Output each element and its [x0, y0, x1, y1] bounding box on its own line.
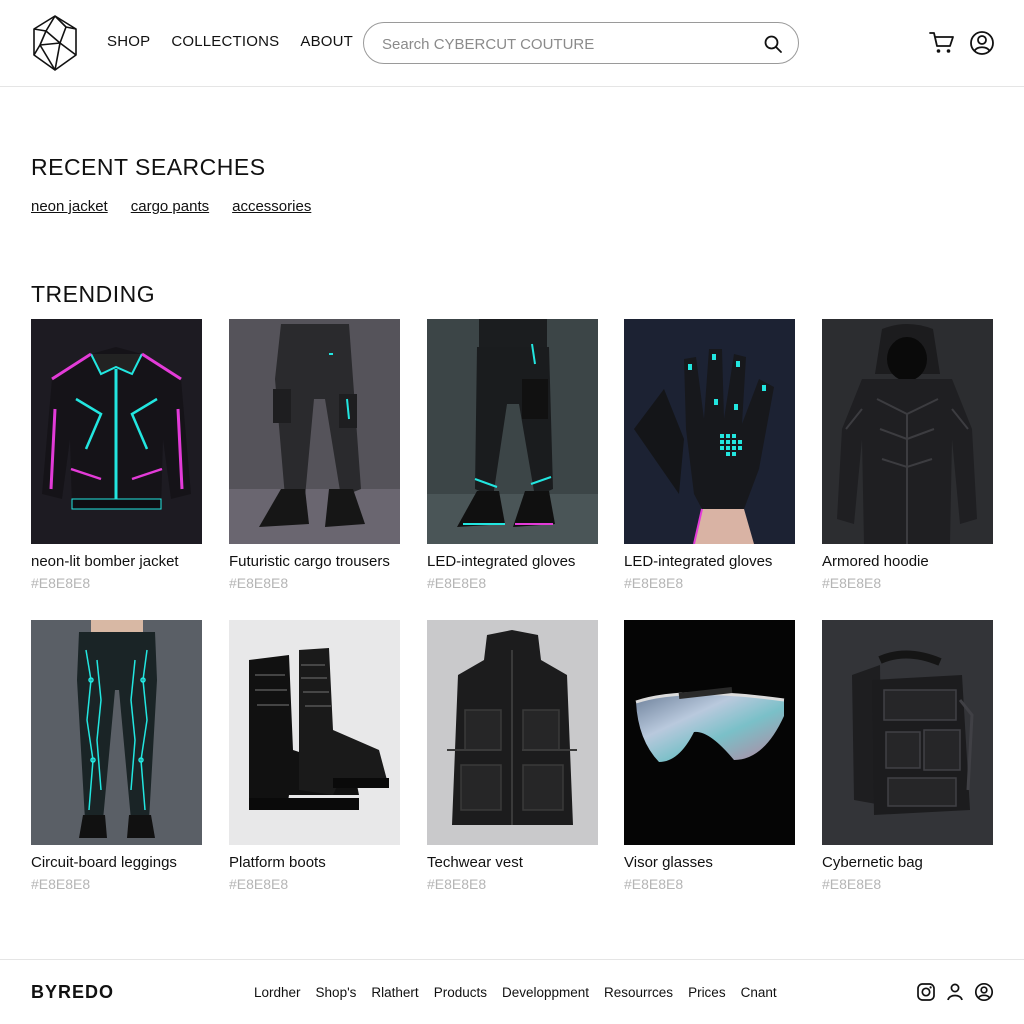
user-circle-icon[interactable] [974, 982, 994, 1002]
cart-icon[interactable] [929, 31, 955, 55]
nav-collections[interactable]: COLLECTIONS [171, 33, 279, 50]
recent-searches-list: neon jacket cargo pants accessories [31, 198, 334, 215]
trending-title: TRENDING [31, 281, 156, 307]
product-color-code: #E8E8E8 [427, 876, 487, 892]
product-color-code: #E8E8E8 [822, 575, 882, 591]
product-image[interactable] [624, 620, 795, 845]
recent-search-link[interactable]: neon jacket [31, 198, 108, 215]
product-card[interactable]: Techwear vest #E8E8E8 [427, 620, 598, 892]
product-name[interactable]: Futuristic cargo trousers [229, 553, 390, 570]
recent-search-link[interactable]: cargo pants [131, 198, 209, 215]
product-card[interactable]: Cybernetic bag #E8E8E8 [822, 620, 993, 892]
footer-link[interactable]: Products [434, 985, 487, 1000]
account-icon[interactable] [969, 30, 995, 56]
product-name[interactable]: neon-lit bomber jacket [31, 553, 179, 570]
product-card[interactable]: Futuristic cargo trousers #E8E8E8 [229, 319, 400, 591]
site-header: SHOP COLLECTIONS ABOUT [0, 0, 1024, 87]
footer-link[interactable]: Shop's [316, 985, 357, 1000]
product-color-code: #E8E8E8 [822, 876, 882, 892]
product-card[interactable]: neon-lit bomber jacket #E8E8E8 [31, 319, 202, 591]
product-name[interactable]: Visor glasses [624, 854, 713, 871]
product-card[interactable]: LED-integrated gloves #E8E8E8 [427, 319, 598, 591]
recent-searches-title: RECENT SEARCHES [31, 154, 266, 180]
logo-icon[interactable] [30, 13, 80, 73]
product-color-code: #E8E8E8 [31, 876, 91, 892]
product-color-code: #E8E8E8 [427, 575, 487, 591]
footer-link[interactable]: Developpment [502, 985, 589, 1000]
product-image[interactable] [427, 620, 598, 845]
product-card[interactable]: LED-integrated gloves #E8E8E8 [624, 319, 795, 591]
product-image[interactable] [822, 620, 993, 845]
main-nav: SHOP COLLECTIONS ABOUT [107, 33, 374, 50]
product-name[interactable]: Cybernetic bag [822, 854, 923, 871]
product-name[interactable]: Techwear vest [427, 854, 523, 871]
instagram-icon[interactable] [916, 982, 936, 1002]
product-name[interactable]: Platform boots [229, 854, 326, 871]
product-image[interactable] [427, 319, 598, 544]
product-name[interactable]: Armored hoodie [822, 553, 929, 570]
search-input[interactable] [382, 33, 752, 55]
recent-search-link[interactable]: accessories [232, 198, 311, 215]
site-footer: BYREDO Lordher Shop's Rlathert Products … [0, 959, 1024, 1024]
nav-about[interactable]: ABOUT [300, 33, 353, 50]
person-icon[interactable] [945, 982, 965, 1002]
product-color-code: #E8E8E8 [229, 575, 289, 591]
search-icon[interactable] [763, 34, 783, 54]
search-bar [363, 22, 799, 64]
footer-brand[interactable]: BYREDO [31, 982, 114, 1003]
product-image[interactable] [229, 319, 400, 544]
product-card[interactable]: Visor glasses #E8E8E8 [624, 620, 795, 892]
product-image[interactable] [31, 319, 202, 544]
nav-shop[interactable]: SHOP [107, 33, 150, 50]
product-color-code: #E8E8E8 [624, 575, 684, 591]
product-color-code: #E8E8E8 [31, 575, 91, 591]
product-name[interactable]: LED-integrated gloves [624, 553, 772, 570]
product-color-code: #E8E8E8 [624, 876, 684, 892]
product-image[interactable] [229, 620, 400, 845]
product-image[interactable] [822, 319, 993, 544]
footer-link[interactable]: Rlathert [371, 985, 418, 1000]
product-name[interactable]: Circuit-board leggings [31, 854, 177, 871]
footer-link[interactable]: Lordher [254, 985, 301, 1000]
product-image[interactable] [31, 620, 202, 845]
product-image[interactable] [624, 319, 795, 544]
product-card[interactable]: Circuit-board leggings #E8E8E8 [31, 620, 202, 892]
footer-link[interactable]: Prices [688, 985, 726, 1000]
product-color-code: #E8E8E8 [229, 876, 289, 892]
product-card[interactable]: Platform boots #E8E8E8 [229, 620, 400, 892]
footer-link[interactable]: Cnant [741, 985, 777, 1000]
product-card[interactable]: Armored hoodie #E8E8E8 [822, 319, 993, 591]
product-name[interactable]: LED-integrated gloves [427, 553, 575, 570]
footer-link[interactable]: Resourrces [604, 985, 673, 1000]
footer-nav: Lordher Shop's Rlathert Products Develop… [254, 985, 792, 1000]
